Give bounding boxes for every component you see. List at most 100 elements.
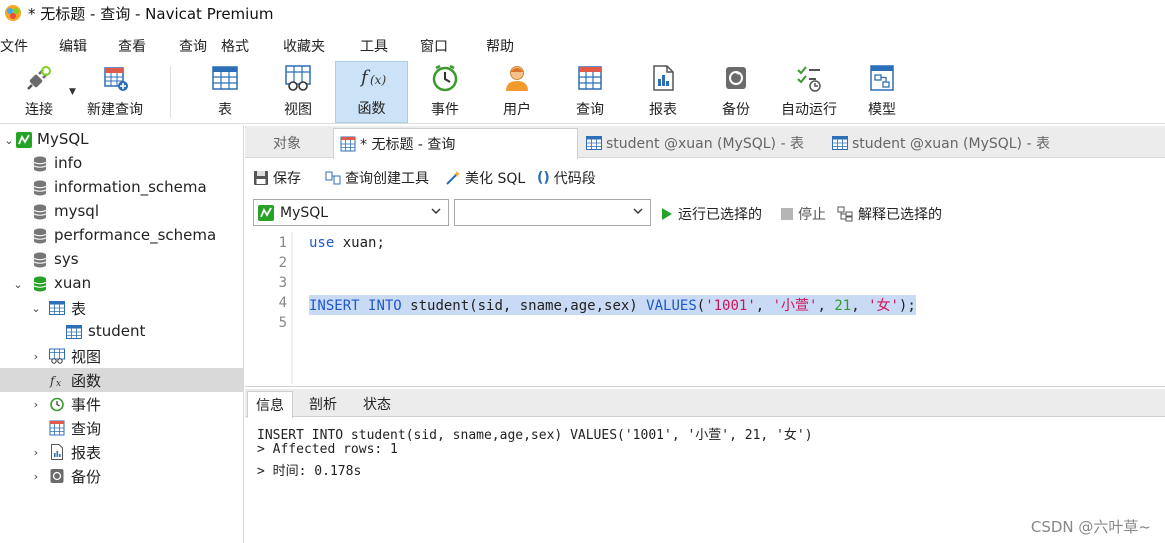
tree-item-db-performance-schema[interactable]: performance_schema [0, 224, 244, 248]
gutter-divider [291, 232, 293, 384]
query-toolbar: 保存 查询创建工具 美化 SQL () 代码段 [245, 162, 1165, 194]
line-number: 4 [278, 295, 287, 311]
new-query-icon [104, 67, 128, 91]
automation-button[interactable]: 自动运行 [776, 61, 842, 123]
sql-keyword: INTO [368, 298, 402, 314]
tab-label: 对象 [273, 136, 301, 152]
tree-item-db-info[interactable]: info [0, 152, 244, 176]
tab-label: 剖析 [309, 397, 337, 413]
line-number: 5 [278, 315, 287, 331]
menu-query[interactable]: 查询 [179, 36, 207, 56]
backup-label: 备份 [722, 102, 750, 118]
tree-item-reports[interactable]: › 报表 [0, 440, 244, 464]
model-button[interactable]: 模型 [857, 61, 907, 123]
table-button[interactable]: 表 [200, 61, 250, 123]
tab-profile[interactable]: 剖析 [301, 391, 345, 417]
report-button[interactable]: 报表 [638, 61, 688, 123]
tree-item-db-mysql[interactable]: mysql [0, 200, 244, 224]
tree-item-db-xuan[interactable]: ⌄ xuan [0, 272, 244, 296]
window-title: * 无标题 - 查询 - Navicat Premium [28, 4, 274, 23]
query-button[interactable]: 查询 [565, 61, 615, 123]
line-number: 1 [278, 235, 287, 251]
menu-favorites[interactable]: 收藏夹 [283, 36, 325, 56]
database-icon [33, 156, 47, 172]
stop-label: 停止 [798, 207, 826, 223]
explain-selected-button[interactable]: 解释已选择的 [837, 204, 942, 224]
tab-status[interactable]: 状态 [355, 391, 399, 417]
expand-arrow-icon[interactable]: › [30, 464, 42, 488]
collapse-arrow-icon[interactable]: ⌄ [12, 272, 24, 296]
toolbar-separator [170, 66, 171, 118]
tree-item-mysql-connection[interactable]: ⌄ MySQL [0, 128, 244, 152]
query-builder-button[interactable]: 查询创建工具 [325, 168, 429, 188]
tab-label: student @xuan (MySQL) - 表 [852, 136, 1050, 152]
run-selected-label: 运行已选择的 [678, 207, 762, 223]
mysql-connection-icon [16, 132, 32, 148]
watermark: CSDN @六叶草~ [1030, 518, 1151, 536]
line-number: 3 [278, 275, 287, 291]
event-label: 事件 [431, 102, 459, 118]
save-button[interactable]: 保存 [253, 168, 301, 188]
user-icon [506, 66, 528, 91]
menu-format[interactable]: 格式 [221, 36, 249, 56]
clock-icon [50, 397, 64, 412]
tree-item-functions[interactable]: fx 函数 [0, 368, 244, 392]
tree-item-db-information-schema[interactable]: information_schema [0, 176, 244, 200]
tree-label: MySQL [37, 130, 89, 148]
menu-help[interactable]: 帮助 [486, 36, 514, 56]
event-button[interactable]: 事件 [420, 61, 470, 123]
database-select[interactable] [454, 199, 651, 226]
tree-item-db-sys[interactable]: sys [0, 248, 244, 272]
sql-editor[interactable]: 1 2 3 4 5 use xuan; INSERT INTO student(… [245, 232, 1165, 384]
connect-label: 连接 [25, 102, 53, 118]
expand-arrow-icon[interactable]: › [30, 344, 42, 368]
expand-arrow-icon[interactable]: › [30, 392, 42, 416]
menu-edit[interactable]: 编辑 [59, 36, 87, 56]
new-query-button[interactable]: 新建查询 [83, 61, 147, 123]
menu-tools[interactable]: 工具 [360, 36, 388, 56]
tree-item-queries[interactable]: 查询 [0, 416, 244, 440]
tree-item-backups[interactable]: › 备份 [0, 464, 244, 488]
tree-label: 视图 [71, 348, 102, 366]
result-message-line: INSERT INTO student(sid, sname,age,sex) … [257, 428, 813, 443]
code-snippet-button[interactable]: () 代码段 [537, 168, 596, 188]
tree-label: sys [54, 250, 79, 268]
backup-button[interactable]: 备份 [711, 61, 761, 123]
collapse-arrow-icon[interactable]: ⌄ [30, 296, 42, 320]
model-icon [870, 65, 894, 91]
tree-item-views[interactable]: › 视图 [0, 344, 244, 368]
sql-string: '小萱' [772, 298, 818, 314]
tab-student-table-1[interactable]: student @xuan (MySQL) - 表 [580, 128, 825, 158]
run-selected-button[interactable]: 运行已选择的 [661, 204, 762, 224]
function-fx-icon: fx [49, 374, 61, 388]
tree-item-tables[interactable]: ⌄ 表 [0, 296, 244, 320]
menu-view[interactable]: 查看 [118, 36, 146, 56]
database-icon [33, 252, 47, 268]
collapse-arrow-icon[interactable]: ⌄ [3, 128, 15, 152]
stop-button[interactable]: 停止 [781, 204, 826, 224]
tab-message[interactable]: 信息 [247, 391, 293, 418]
tab-label: student @xuan (MySQL) - 表 [606, 136, 804, 152]
function-button[interactable]: f (x) 函数 [335, 61, 408, 123]
tree-label: student [88, 322, 146, 340]
tab-objects[interactable]: 对象 [267, 128, 329, 158]
view-button[interactable]: 视图 [273, 61, 323, 123]
view-icon [49, 348, 65, 364]
beautify-sql-button[interactable]: 美化 SQL [445, 168, 525, 188]
table-icon [586, 136, 602, 150]
tree-label: info [54, 154, 83, 172]
tree-item-events[interactable]: › 事件 [0, 392, 244, 416]
tab-student-table-2[interactable]: student @xuan (MySQL) - 表 [826, 128, 1070, 158]
line-number-gutter: 1 2 3 4 5 [245, 232, 291, 384]
connection-select[interactable]: MySQL [253, 199, 449, 226]
connect-button[interactable]: 连接 [14, 61, 64, 123]
expand-arrow-icon[interactable]: › [30, 440, 42, 464]
menu-file[interactable]: 文件 [0, 36, 28, 56]
connect-dropdown-icon[interactable]: ▼ [69, 87, 76, 97]
tree-item-table-student[interactable]: student [0, 320, 244, 344]
tab-untitled-query[interactable]: * 无标题 - 查询 [333, 128, 578, 159]
menu-window[interactable]: 窗口 [420, 36, 448, 56]
user-button[interactable]: 用户 [492, 61, 542, 123]
tree-label: performance_schema [54, 226, 217, 244]
